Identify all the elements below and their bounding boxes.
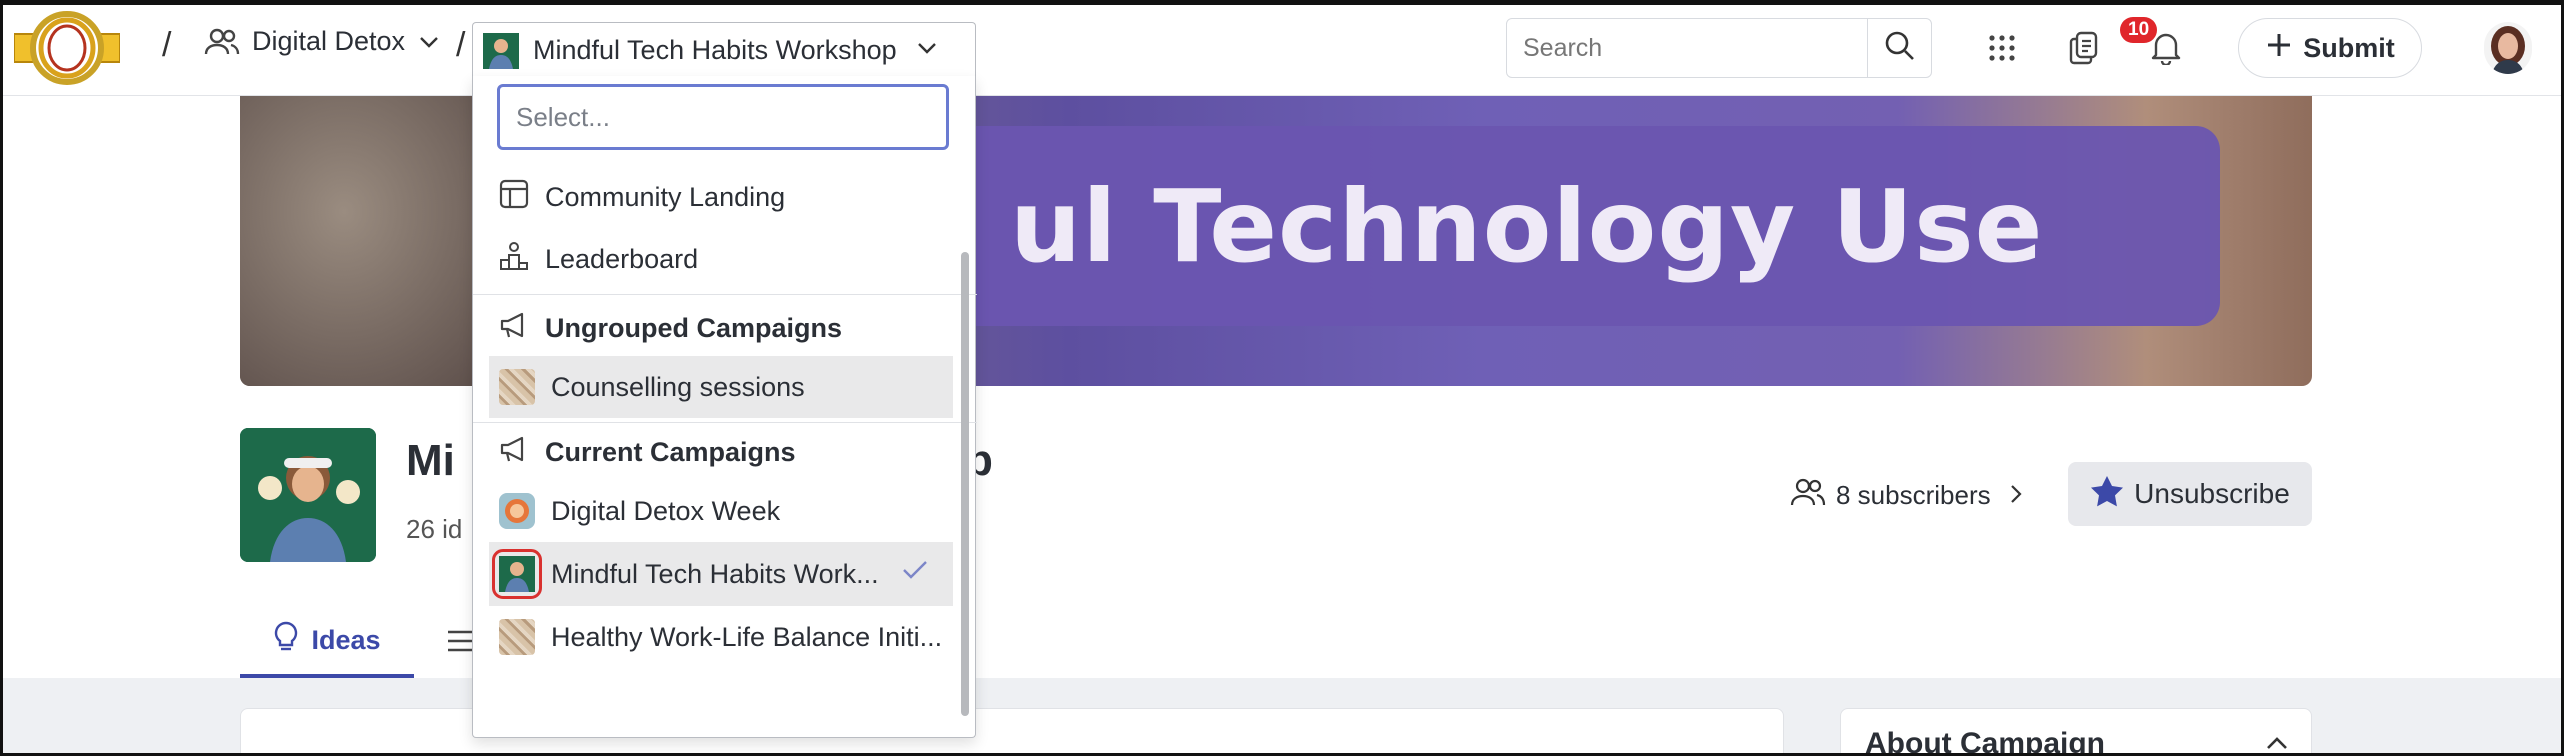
chevron-up-icon[interactable]	[2265, 735, 2289, 756]
campaign-thumbnail	[499, 619, 535, 655]
search-icon	[1884, 30, 1916, 67]
dropdown-item-healthy-work-life[interactable]: Healthy Work-Life Balance Initi...	[489, 606, 953, 668]
campaign-title-head: Mi	[406, 436, 455, 485]
subscribers-link[interactable]: 8 subscribers	[1790, 478, 2023, 513]
chevron-down-icon	[419, 35, 439, 49]
megaphone-icon	[499, 435, 529, 470]
dropdown-scrollbar[interactable]	[961, 252, 969, 716]
dropdown-item-label: Mindful Tech Habits Work...	[551, 558, 879, 589]
star-icon	[2090, 475, 2124, 514]
campaign-switcher-label: Mindful Tech Habits Workshop	[533, 35, 897, 65]
dropdown-item-label: Community Landing	[545, 181, 786, 212]
banner-text: ul Technology Use	[1010, 168, 2044, 285]
dropdown-group-current: Current Campaigns	[489, 426, 953, 478]
tab-ideas[interactable]: Ideas	[240, 606, 414, 678]
dropdown-item-label: Counselling sessions	[551, 371, 805, 402]
dropdown-group-label: Ungrouped Campaigns	[545, 312, 843, 343]
breadcrumb-community-label: Digital Detox	[252, 26, 406, 56]
breadcrumb-separator: /	[162, 26, 172, 64]
top-bar: / Digital Detox / Search 10 Submit	[0, 0, 2564, 96]
dropdown-item-leaderboard[interactable]: Leaderboard	[489, 228, 953, 290]
dropdown-search-input[interactable]: Select...	[497, 84, 949, 150]
campaign-title: Mi p	[406, 436, 993, 486]
submit-button[interactable]: Submit	[2238, 18, 2422, 78]
users-icon	[1790, 478, 1826, 513]
search-box[interactable]: Search	[1506, 18, 1932, 78]
campaign-thumbnail	[499, 369, 535, 405]
campaign-thumbnail	[499, 493, 535, 529]
chevron-down-icon	[917, 41, 937, 60]
search-button[interactable]	[1867, 19, 1931, 77]
about-campaign-card: About Campaign	[1840, 708, 2312, 756]
campaign-dropdown: Select... Community Landing Leaderboard …	[472, 76, 977, 738]
dropdown-item-label: Digital Detox Week	[551, 495, 781, 526]
breadcrumb-separator: /	[456, 26, 466, 64]
subscribers-count: 8 subscribers	[1836, 480, 1991, 510]
campaign-subtitle: 26 id	[406, 514, 463, 544]
group-icon	[204, 27, 240, 57]
dropdown-group-ungrouped: Ungrouped Campaigns	[489, 302, 953, 354]
plus-icon	[2265, 31, 2293, 66]
dropdown-item-community-landing[interactable]: Community Landing	[489, 166, 953, 228]
tab-ideas-label: Ideas	[311, 624, 381, 655]
dropdown-item-label: Healthy Work-Life Balance Initi...	[551, 621, 943, 652]
unsubscribe-label: Unsubscribe	[2134, 478, 2290, 509]
campaign-switcher-thumbnail	[483, 32, 519, 69]
user-avatar[interactable]	[2484, 22, 2532, 74]
breadcrumb-community[interactable]: Digital Detox	[204, 26, 439, 57]
dropdown-item-counselling-sessions[interactable]: Counselling sessions	[489, 356, 953, 418]
search-input[interactable]: Search	[1507, 34, 1867, 63]
notification-badge: 10	[2120, 17, 2158, 43]
lightbulb-icon	[273, 621, 299, 660]
campaign-switcher[interactable]: Mindful Tech Habits Workshop	[472, 22, 976, 78]
dropdown-group-label: Current Campaigns	[545, 436, 796, 467]
brand-logo[interactable]	[13, 10, 121, 86]
about-campaign-title: About Campaign	[1865, 727, 2105, 756]
unsubscribe-button[interactable]: Unsubscribe	[2068, 462, 2312, 526]
submit-button-label: Submit	[2303, 32, 2395, 63]
documents-icon[interactable]	[2062, 26, 2106, 70]
layout-icon	[499, 179, 529, 216]
apps-grid-icon[interactable]	[1980, 26, 2024, 70]
dropdown-item-label: Leaderboard	[545, 243, 699, 274]
leaderboard-icon	[499, 241, 529, 278]
dropdown-item-mindful-tech-habits[interactable]: Mindful Tech Habits Work...	[489, 542, 953, 606]
checkmark-icon	[901, 558, 929, 589]
campaign-thumbnail	[240, 428, 376, 562]
campaign-thumbnail	[492, 549, 542, 599]
dropdown-item-digital-detox-week[interactable]: Digital Detox Week	[489, 480, 953, 542]
chevron-right-icon	[2009, 480, 2023, 511]
megaphone-icon	[499, 311, 529, 346]
